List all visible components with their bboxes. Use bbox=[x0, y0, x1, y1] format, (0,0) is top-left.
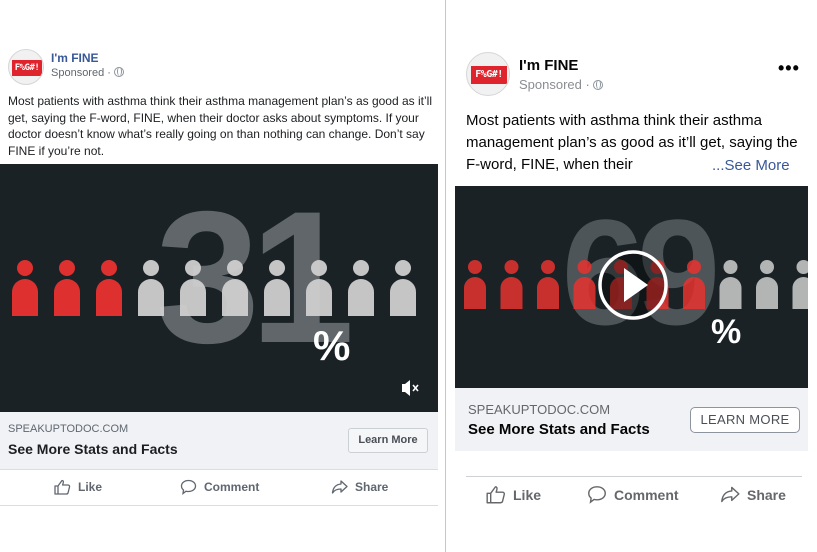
person-figure bbox=[792, 260, 808, 309]
comment-label: Comment bbox=[614, 486, 679, 503]
cta-headline[interactable]: See More Stats and Facts bbox=[468, 421, 650, 438]
page-avatar[interactable]: F%G#! bbox=[8, 49, 44, 85]
more-options-icon[interactable]: ••• bbox=[778, 58, 800, 79]
comment-icon bbox=[180, 479, 197, 495]
learn-more-button[interactable]: LEARN MORE bbox=[690, 407, 800, 433]
person-figure bbox=[464, 260, 486, 309]
comment-button[interactable]: Comment bbox=[587, 485, 679, 504]
person-figure bbox=[348, 260, 374, 316]
share-button[interactable]: Share bbox=[720, 485, 786, 504]
person-figure bbox=[54, 260, 80, 316]
play-button-icon[interactable] bbox=[598, 250, 668, 320]
see-more-link[interactable]: ...See More bbox=[712, 157, 790, 174]
globe-icon bbox=[592, 80, 603, 90]
video-frame: 31 % bbox=[12, 172, 419, 396]
person-figure bbox=[12, 260, 38, 316]
video-player[interactable]: 69 % bbox=[455, 186, 808, 388]
page-name-link[interactable]: I'm FINE bbox=[519, 57, 578, 74]
comment-button[interactable]: Comment bbox=[180, 479, 259, 495]
page-avatar[interactable]: F%G#! bbox=[466, 52, 510, 96]
like-button[interactable]: Like bbox=[54, 479, 102, 495]
comment-label: Comment bbox=[204, 480, 260, 494]
muted-speaker-icon[interactable] bbox=[402, 380, 419, 396]
logo-text: F%G#! bbox=[12, 60, 42, 76]
thumbs-up-icon bbox=[486, 486, 506, 504]
panel-divider bbox=[445, 0, 446, 552]
stat-percent: % bbox=[313, 322, 350, 369]
person-figure bbox=[390, 260, 416, 316]
actions-top-divider bbox=[466, 476, 802, 477]
person-figure bbox=[96, 260, 122, 316]
video-player[interactable]: 31 % bbox=[0, 164, 438, 412]
thumbs-up-icon bbox=[54, 479, 71, 495]
sponsored-label: Sponsored · bbox=[51, 67, 124, 79]
sponsored-text: Sponsored · bbox=[519, 77, 590, 92]
actions-bottom-divider bbox=[0, 505, 438, 506]
sponsored-text: Sponsored · bbox=[51, 67, 111, 79]
globe-icon bbox=[113, 67, 124, 77]
post-text: Most patients with asthma think their as… bbox=[8, 94, 432, 158]
person-figure bbox=[719, 260, 742, 309]
learn-more-button[interactable]: Learn More bbox=[348, 428, 428, 453]
person-figure bbox=[537, 260, 559, 309]
like-label: Like bbox=[78, 480, 103, 494]
sponsored-label: Sponsored · bbox=[519, 77, 603, 92]
share-icon bbox=[721, 486, 740, 503]
like-label: Like bbox=[513, 486, 542, 503]
cta-domain: SPEAKUPTODOC.COM bbox=[8, 423, 129, 435]
cta-headline[interactable]: See More Stats and Facts bbox=[8, 441, 178, 457]
person-figure bbox=[756, 260, 778, 309]
page-name-link[interactable]: I'm FINE bbox=[51, 51, 99, 65]
logo-text: F%G#! bbox=[471, 66, 507, 84]
actions-top-divider bbox=[0, 469, 438, 470]
share-label: Share bbox=[747, 486, 786, 503]
video-frame: 69 % bbox=[464, 188, 808, 356]
stat-percent: % bbox=[711, 313, 741, 351]
share-button[interactable]: Share bbox=[331, 479, 388, 495]
share-icon bbox=[331, 480, 348, 494]
share-label: Share bbox=[355, 480, 389, 494]
like-button[interactable]: Like bbox=[486, 485, 541, 504]
comment-icon bbox=[588, 486, 606, 504]
person-figure bbox=[500, 260, 523, 309]
cta-domain: SPEAKUPTODOC.COM bbox=[468, 402, 611, 417]
